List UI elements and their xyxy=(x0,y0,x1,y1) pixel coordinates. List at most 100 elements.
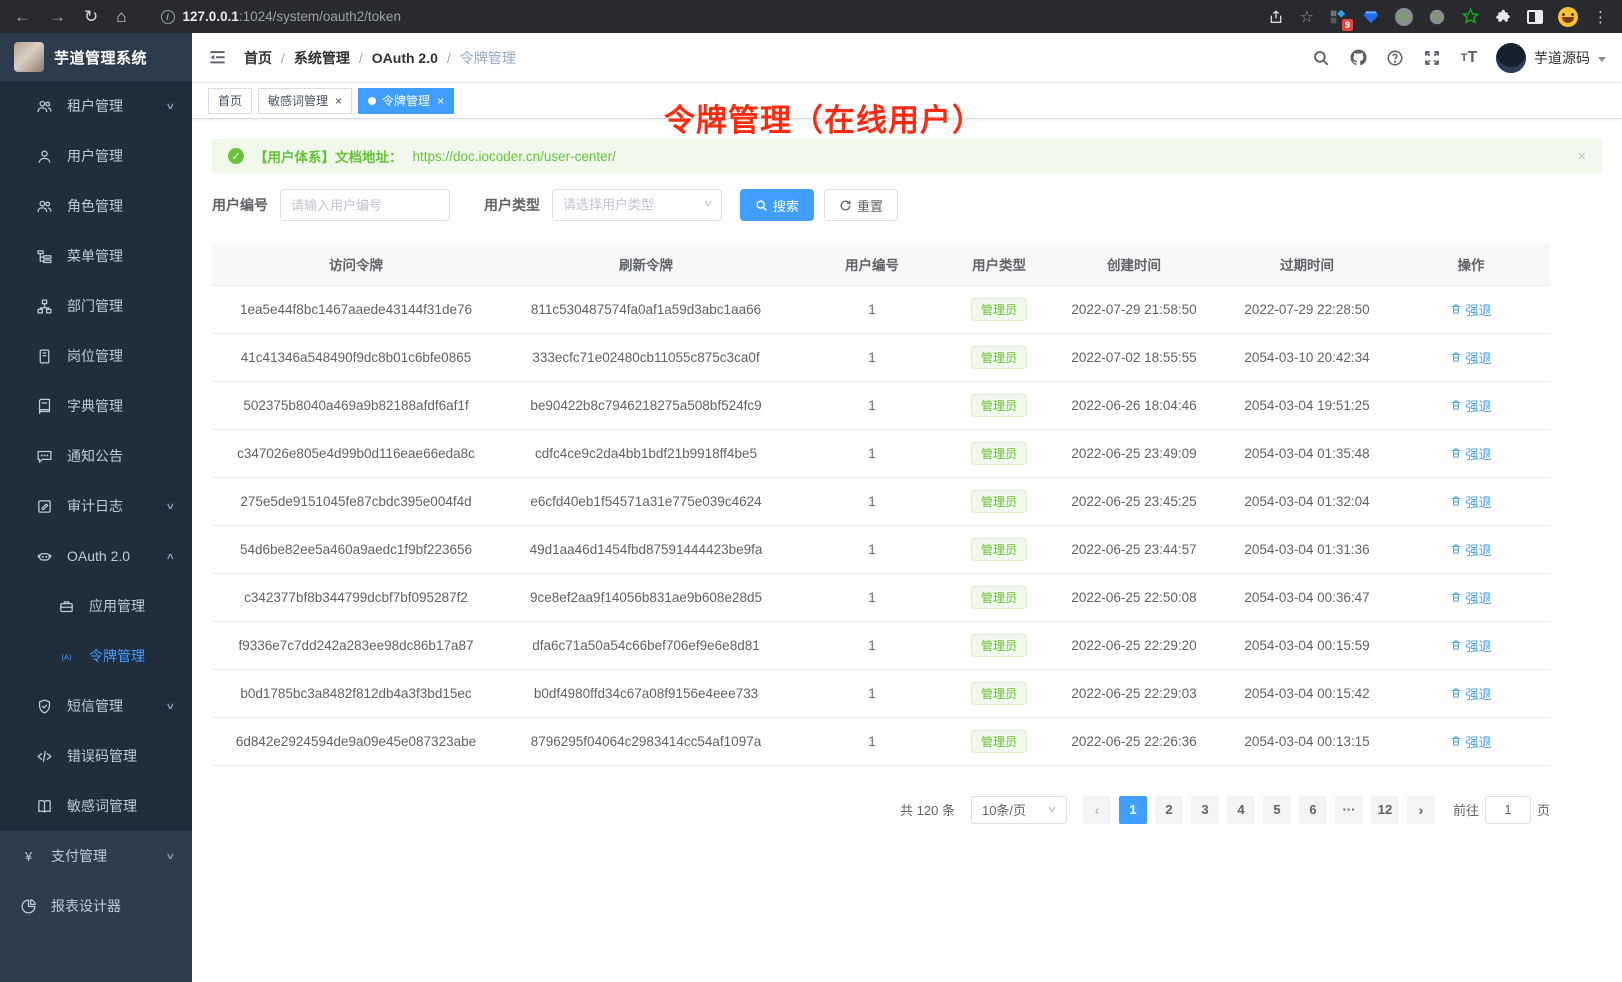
page-size-select[interactable]: 10条/页 ∨ xyxy=(971,796,1067,824)
sidebar-item-label: 支付管理 xyxy=(51,846,153,866)
close-icon[interactable]: × xyxy=(335,95,342,107)
page-button[interactable]: 1 xyxy=(1119,796,1147,824)
user-menu[interactable]: 芋道源码 xyxy=(1496,43,1606,73)
sidebar-item-label: 短信管理 xyxy=(67,696,153,716)
user-id-input[interactable] xyxy=(280,189,450,221)
close-icon[interactable]: × xyxy=(1577,148,1586,165)
search-icon[interactable] xyxy=(1311,48,1331,68)
sidebar-item[interactable]: 短信管理∨ xyxy=(0,681,192,731)
breadcrumb-item[interactable]: 首页 xyxy=(244,48,272,68)
sidebar-item[interactable]: 字典管理 xyxy=(0,381,192,431)
doc-link[interactable]: https://doc.iocoder.cn/user-center/ xyxy=(413,149,616,164)
browser-menu-icon[interactable]: ⋮ xyxy=(1593,8,1608,26)
svg-text:¥: ¥ xyxy=(24,848,33,863)
page-button[interactable]: 3 xyxy=(1191,796,1219,824)
sidebar-item[interactable]: 应用管理 xyxy=(0,581,192,631)
trash-icon xyxy=(1450,495,1462,507)
sidebar-item[interactable]: ¥支付管理∨ xyxy=(0,831,192,881)
round-extension-icon[interactable] xyxy=(1395,8,1413,26)
created-time-cell: 2022-07-29 21:58:50 xyxy=(1046,285,1222,333)
sidebar-item[interactable]: 审计日志∨ xyxy=(0,481,192,531)
sidebar-item[interactable]: 岗位管理 xyxy=(0,331,192,381)
column-header: 刷新令牌 xyxy=(500,243,792,285)
user-type-placeholder: 请选择用户类型 xyxy=(552,189,722,221)
sidebar-item[interactable]: OAuth 2.0∧ xyxy=(0,531,192,581)
back-icon[interactable]: ← xyxy=(14,8,31,25)
sidebar-item[interactable]: 部门管理 xyxy=(0,281,192,331)
reload-icon[interactable]: ↻ xyxy=(84,8,98,25)
force-logout-button[interactable]: 强退 xyxy=(1450,396,1491,415)
site-info-icon[interactable]: i xyxy=(161,10,175,24)
sidebar-item[interactable]: 错误码管理 xyxy=(0,731,192,781)
force-logout-button[interactable]: 强退 xyxy=(1450,348,1491,367)
force-logout-button[interactable]: 强退 xyxy=(1450,636,1491,655)
chevron-down-icon xyxy=(1598,57,1606,62)
sidebar-item-label: 部门管理 xyxy=(67,296,176,316)
app-logo-bar[interactable]: 芋道管理系统 xyxy=(0,33,192,81)
star-extension-icon[interactable] xyxy=(1461,8,1479,26)
force-logout-button[interactable]: 强退 xyxy=(1450,732,1491,751)
tab-item[interactable]: 首页 xyxy=(208,88,252,114)
user-type-select[interactable]: 请选择用户类型 ∨ xyxy=(552,189,722,221)
search-button[interactable]: 搜索 xyxy=(740,189,814,221)
green-circle-extension-icon[interactable] xyxy=(1428,8,1446,26)
reset-button[interactable]: 重置 xyxy=(824,189,898,221)
created-time-cell: 2022-06-25 22:50:08 xyxy=(1046,573,1222,621)
gem-extension-icon[interactable] xyxy=(1362,8,1380,26)
puzzle-extensions-icon[interactable] xyxy=(1494,8,1512,26)
sidebar-item[interactable]: 租户管理∨ xyxy=(0,81,192,131)
collapse-sidebar-icon[interactable] xyxy=(208,48,228,68)
breadcrumb-item: 令牌管理 xyxy=(460,48,516,68)
help-icon[interactable] xyxy=(1385,48,1405,68)
goto-page-input[interactable] xyxy=(1485,796,1531,824)
page-button[interactable]: 2 xyxy=(1155,796,1183,824)
share-icon[interactable] xyxy=(1267,8,1285,26)
github-icon[interactable] xyxy=(1348,48,1368,68)
close-icon[interactable]: × xyxy=(437,95,444,107)
font-size-icon[interactable]: TT xyxy=(1459,48,1479,68)
force-logout-button[interactable]: 强退 xyxy=(1450,684,1491,703)
sidebar-item[interactable]: 报表设计器 xyxy=(0,881,192,931)
column-header: 用户类型 xyxy=(952,243,1046,285)
total-count: 共 120 条 xyxy=(900,800,955,819)
sidebar-item[interactable]: 用户管理 xyxy=(0,131,192,181)
user-id-cell: 1 xyxy=(792,381,952,429)
created-time-cell: 2022-07-02 18:55:55 xyxy=(1046,333,1222,381)
forward-icon[interactable]: → xyxy=(49,8,66,25)
user-id-cell: 1 xyxy=(792,429,952,477)
table-row: b0d1785bc3a8482f812db4a3f3bd15ecb0df4980… xyxy=(212,669,1550,717)
tab-item[interactable]: 令牌管理× xyxy=(358,88,454,114)
force-logout-button[interactable]: 强退 xyxy=(1450,444,1491,463)
address-bar[interactable]: i 127.0.0.1:1024/system/oauth2/token xyxy=(161,8,401,26)
access-token-cell: 275e5de9151045fe87cbdc395e004f4d xyxy=(212,477,500,525)
force-logout-button[interactable]: 强退 xyxy=(1450,588,1491,607)
breadcrumb-item[interactable]: OAuth 2.0 xyxy=(372,50,438,66)
bookmark-star-icon[interactable]: ☆ xyxy=(1300,7,1314,27)
sidebar-item[interactable]: (A)令牌管理 xyxy=(0,631,192,681)
extension-grid-icon[interactable]: 9 xyxy=(1329,8,1347,26)
breadcrumb-item[interactable]: 系统管理 xyxy=(294,48,350,68)
prev-page-button[interactable]: ‹ xyxy=(1083,796,1111,824)
sidebar-item[interactable]: 敏感词管理 xyxy=(0,781,192,831)
home-icon[interactable]: ⌂ xyxy=(116,8,126,25)
profile-avatar-icon[interactable] xyxy=(1558,7,1578,27)
next-page-button[interactable]: › xyxy=(1407,796,1435,824)
page-button[interactable]: 6 xyxy=(1299,796,1327,824)
sidebar-item[interactable]: 通知公告 xyxy=(0,431,192,481)
side-panel-icon[interactable] xyxy=(1527,10,1543,24)
sidebar-item-label: 应用管理 xyxy=(89,596,176,616)
sidebar-item[interactable]: 角色管理 xyxy=(0,181,192,231)
force-logout-button[interactable]: 强退 xyxy=(1450,540,1491,559)
page-button[interactable]: 12 xyxy=(1371,796,1399,824)
fullscreen-icon[interactable] xyxy=(1422,48,1442,68)
more-pages-button[interactable]: ··· xyxy=(1335,796,1363,824)
access-token-cell: c342377bf8b344799dcbf7bf095287f2 xyxy=(212,573,500,621)
sidebar-item[interactable]: 菜单管理 xyxy=(0,231,192,281)
force-logout-button[interactable]: 强退 xyxy=(1450,492,1491,511)
tab-item[interactable]: 敏感词管理× xyxy=(258,88,352,114)
page-button[interactable]: 4 xyxy=(1227,796,1255,824)
url-host: 127.0.0.1 xyxy=(183,9,239,24)
page-button[interactable]: 5 xyxy=(1263,796,1291,824)
user-id-cell: 1 xyxy=(792,477,952,525)
force-logout-button[interactable]: 强退 xyxy=(1450,300,1491,319)
